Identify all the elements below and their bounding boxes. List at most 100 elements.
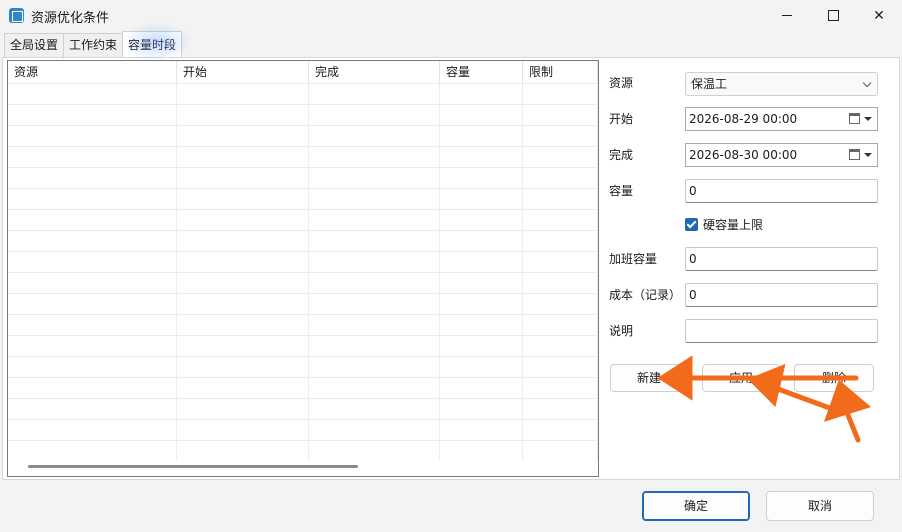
table-row[interactable]	[8, 146, 598, 167]
table-cell[interactable]	[309, 126, 440, 146]
table-cell[interactable]	[309, 210, 440, 230]
table-cell[interactable]	[440, 294, 523, 314]
table-cell[interactable]	[309, 420, 440, 440]
capacity-input[interactable]: 0	[685, 179, 878, 203]
table-row[interactable]	[8, 335, 598, 356]
table-cell[interactable]	[8, 147, 177, 167]
table-cell[interactable]	[177, 252, 309, 272]
table-cell[interactable]	[440, 378, 523, 398]
table-cell[interactable]	[440, 357, 523, 377]
table-cell[interactable]	[8, 210, 177, 230]
table-cell[interactable]	[8, 189, 177, 209]
table-cell[interactable]	[523, 420, 598, 440]
col-header-start[interactable]: 开始	[177, 61, 309, 83]
table-cell[interactable]	[8, 126, 177, 146]
table-cell[interactable]	[440, 399, 523, 419]
table-cell[interactable]	[8, 84, 177, 104]
table-cell[interactable]	[523, 336, 598, 356]
table-row[interactable]	[8, 83, 598, 104]
table-cell[interactable]	[177, 105, 309, 125]
table-cell[interactable]	[440, 441, 523, 461]
table-cell[interactable]	[440, 189, 523, 209]
table-cell[interactable]	[523, 315, 598, 335]
table-row[interactable]	[8, 167, 598, 188]
table-cell[interactable]	[309, 147, 440, 167]
table-cell[interactable]	[309, 168, 440, 188]
table-cell[interactable]	[440, 168, 523, 188]
table-cell[interactable]	[8, 294, 177, 314]
table-cell[interactable]	[8, 315, 177, 335]
table-cell[interactable]	[8, 231, 177, 251]
table-cell[interactable]	[523, 231, 598, 251]
table-cell[interactable]	[309, 399, 440, 419]
table-cell[interactable]	[177, 147, 309, 167]
table-cell[interactable]	[8, 399, 177, 419]
col-header-capacity[interactable]: 容量	[440, 61, 523, 83]
table-cell[interactable]	[309, 189, 440, 209]
new-button[interactable]: 新建	[610, 364, 688, 392]
table-cell[interactable]	[309, 84, 440, 104]
cancel-button[interactable]: 取消	[766, 491, 874, 521]
calendar-icon[interactable]	[849, 113, 860, 124]
table-row[interactable]	[8, 251, 598, 272]
table-cell[interactable]	[440, 315, 523, 335]
table-cell[interactable]	[8, 336, 177, 356]
table-cell[interactable]	[177, 378, 309, 398]
table-cell[interactable]	[177, 84, 309, 104]
table-cell[interactable]	[440, 273, 523, 293]
table-cell[interactable]	[8, 378, 177, 398]
table-cell[interactable]	[177, 441, 309, 461]
table-cell[interactable]	[177, 273, 309, 293]
table-cell[interactable]	[8, 273, 177, 293]
table-cell[interactable]	[309, 294, 440, 314]
table-row[interactable]	[8, 230, 598, 251]
table-cell[interactable]	[309, 252, 440, 272]
table-cell[interactable]	[309, 315, 440, 335]
table-cell[interactable]	[8, 441, 177, 461]
table-cell[interactable]	[309, 231, 440, 251]
delete-button[interactable]: 删除	[794, 364, 874, 392]
table-row[interactable]	[8, 188, 598, 209]
overtime-input[interactable]: 0	[685, 247, 878, 271]
table-cell[interactable]	[523, 252, 598, 272]
table-cell[interactable]	[523, 168, 598, 188]
table-cell[interactable]	[440, 126, 523, 146]
table-row[interactable]	[8, 314, 598, 335]
cost-input[interactable]: 0	[685, 283, 878, 307]
table-cell[interactable]	[440, 420, 523, 440]
table-cell[interactable]	[309, 441, 440, 461]
table-cell[interactable]	[523, 189, 598, 209]
table-cell[interactable]	[523, 378, 598, 398]
table-row[interactable]	[8, 272, 598, 293]
minimize-button[interactable]	[764, 0, 810, 31]
ok-button[interactable]: 确定	[642, 491, 750, 521]
table-cell[interactable]	[8, 357, 177, 377]
calendar-icon[interactable]	[849, 149, 860, 160]
table-cell[interactable]	[8, 252, 177, 272]
table-cell[interactable]	[309, 336, 440, 356]
close-button[interactable]: ✕	[856, 0, 902, 31]
table-row[interactable]	[8, 356, 598, 377]
table-cell[interactable]	[440, 336, 523, 356]
table-cell[interactable]	[177, 126, 309, 146]
table-cell[interactable]	[177, 357, 309, 377]
table-cell[interactable]	[177, 336, 309, 356]
table-row[interactable]	[8, 209, 598, 230]
dropdown-arrow-icon[interactable]	[864, 153, 872, 157]
resource-select[interactable]: 保温工	[685, 72, 878, 96]
table-cell[interactable]	[177, 231, 309, 251]
col-header-limit[interactable]: 限制	[523, 61, 598, 83]
start-date-picker[interactable]: 2026-08-29 00:00	[685, 107, 878, 131]
table-cell[interactable]	[523, 84, 598, 104]
dropdown-arrow-icon[interactable]	[864, 117, 872, 121]
table-row[interactable]	[8, 398, 598, 419]
table-cell[interactable]	[440, 252, 523, 272]
hard-limit-checkbox[interactable]	[685, 218, 698, 231]
table-cell[interactable]	[177, 210, 309, 230]
table-cell[interactable]	[523, 357, 598, 377]
table-cell[interactable]	[177, 315, 309, 335]
table-row[interactable]	[8, 440, 598, 461]
note-input[interactable]	[685, 319, 878, 343]
tab-global-settings[interactable]: 全局设置	[4, 33, 65, 57]
finish-date-picker[interactable]: 2026-08-30 00:00	[685, 143, 878, 167]
